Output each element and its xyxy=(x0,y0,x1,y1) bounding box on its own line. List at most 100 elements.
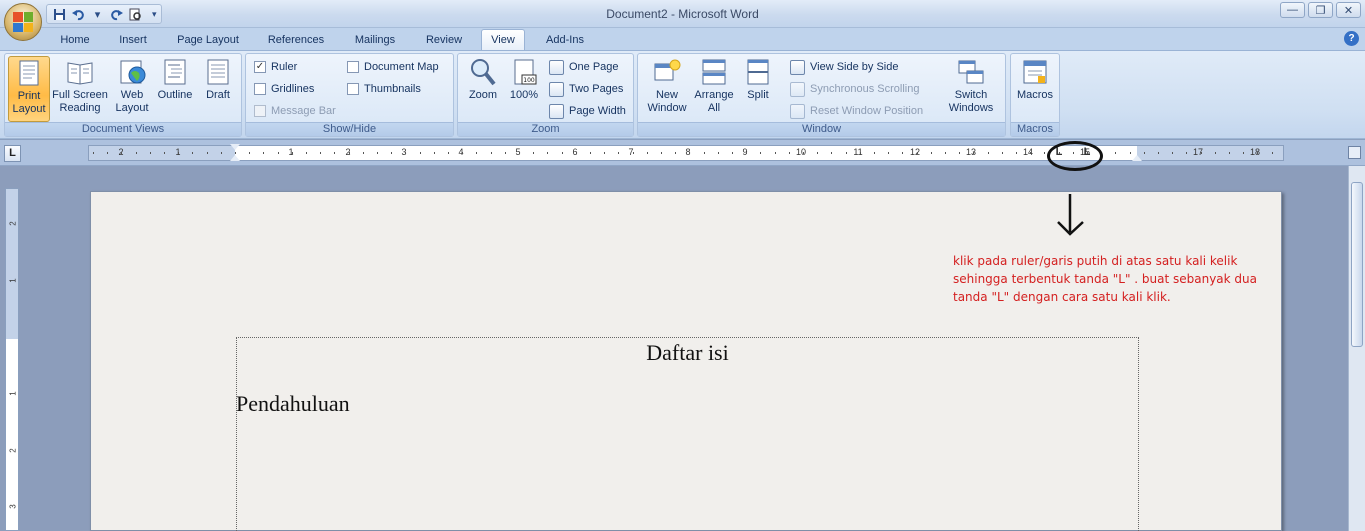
web-layout-button[interactable]: Web Layout xyxy=(111,56,153,122)
tab-mailings[interactable]: Mailings xyxy=(346,29,404,50)
ruler-tick xyxy=(803,152,804,154)
message-bar-check-icon xyxy=(254,105,266,117)
vertical-scrollbar[interactable] xyxy=(1348,166,1365,531)
full-screen-reading-icon xyxy=(67,62,93,85)
ruler-tick xyxy=(192,152,194,154)
document-views-group: Print Layout Full Screen Reading Web Lay… xyxy=(4,53,242,137)
full-screen-reading-label-1: Full Screen xyxy=(52,89,108,101)
instruction-annotation: klik pada ruler/garis putih di atas satu… xyxy=(953,252,1273,306)
synchronous-scrolling-icon xyxy=(790,81,805,97)
document-heading[interactable]: Pendahuluan xyxy=(236,391,350,417)
window-title: Document2 - Microsoft Word xyxy=(606,7,759,21)
ruler-tick xyxy=(433,152,435,154)
ruler-tick xyxy=(732,152,733,154)
ruler-tick xyxy=(888,152,890,154)
outline-button[interactable]: Outline xyxy=(153,56,197,122)
tab-add-ins[interactable]: Add-Ins xyxy=(537,29,593,50)
ruler-tick xyxy=(845,152,847,154)
ruler-tick xyxy=(859,152,861,154)
reset-window-position-button[interactable]: Reset Window Position xyxy=(790,102,923,120)
ruler-number: 13 xyxy=(965,147,977,157)
macros-group: Macros Macros xyxy=(1010,53,1060,137)
gridlines-checkbox[interactable]: Gridlines xyxy=(254,80,314,98)
close-icon[interactable]: ✕ xyxy=(1336,2,1361,18)
page-width-button[interactable]: Page Width xyxy=(549,102,626,120)
restore-icon[interactable]: ❐ xyxy=(1308,2,1333,18)
ruler-tick xyxy=(263,152,265,154)
ruler-left-margin xyxy=(89,146,235,160)
tab-references[interactable]: References xyxy=(260,29,332,50)
ruler-tick xyxy=(717,152,719,154)
one-page-button[interactable]: One Page xyxy=(549,58,619,76)
tab-home[interactable]: Home xyxy=(52,29,98,50)
switch-windows-button[interactable]: Switch Windows xyxy=(940,56,1002,122)
ruler-tick xyxy=(235,152,236,154)
ruler-tick xyxy=(348,152,350,154)
ruler-tick xyxy=(206,152,208,154)
ruler-tick xyxy=(1129,152,1131,154)
horizontal-ruler[interactable]: 2 1 1 2 3 4 5 6 7 8 9 10 11 12 13 14 15 … xyxy=(88,144,1284,161)
vertical-ruler-top-margin xyxy=(6,189,18,339)
view-side-by-side-button[interactable]: View Side by Side xyxy=(790,58,898,76)
ruler-checkbox[interactable]: ✓ Ruler xyxy=(254,58,297,76)
help-icon[interactable]: ? xyxy=(1344,31,1359,46)
synchronous-scrolling-label: Synchronous Scrolling xyxy=(810,83,920,95)
tab-review[interactable]: Review xyxy=(418,29,470,50)
view-ruler-icon[interactable] xyxy=(1348,146,1361,159)
first-line-indent-marker[interactable] xyxy=(230,144,240,150)
thumbnails-checkbox[interactable]: Thumbnails xyxy=(347,80,421,98)
one-page-icon xyxy=(549,59,564,75)
ruler-tick xyxy=(902,152,904,154)
document-map-checkbox[interactable]: Document Map xyxy=(347,58,439,76)
magnifier-icon xyxy=(471,59,496,86)
tab-page-layout[interactable]: Page Layout xyxy=(170,29,246,50)
minimize-icon[interactable]: — xyxy=(1280,2,1305,18)
ruler-tick xyxy=(362,152,364,154)
full-screen-reading-button[interactable]: Full Screen Reading xyxy=(51,56,109,122)
ruler-tick xyxy=(632,152,634,154)
text-area-boundary[interactable]: Daftar isi Pendahuluan xyxy=(236,337,1139,531)
office-button[interactable] xyxy=(4,3,42,41)
ruler-tick xyxy=(291,152,293,154)
print-layout-button[interactable]: Print Layout xyxy=(8,56,50,122)
outline-label: Outline xyxy=(157,89,193,101)
ruler-number: 18 xyxy=(1249,147,1261,157)
two-pages-button[interactable]: Two Pages xyxy=(549,80,623,98)
message-bar-checkbox[interactable]: Message Bar xyxy=(254,102,336,120)
annotation-line-1: klik pada ruler/garis putih di atas satu… xyxy=(953,254,1238,268)
tab-insert[interactable]: Insert xyxy=(110,29,156,50)
switch-windows-label-1: Switch xyxy=(954,89,988,101)
vertical-ruler-number: 1 xyxy=(8,391,18,396)
zoom-button[interactable]: Zoom xyxy=(462,56,504,122)
tab-selector-button[interactable]: L xyxy=(4,145,21,162)
vertical-ruler[interactable]: 2 1 1 2 3 xyxy=(5,188,19,531)
hanging-indent-marker[interactable] xyxy=(230,155,240,161)
synchronous-scrolling-button[interactable]: Synchronous Scrolling xyxy=(790,80,919,98)
ruler-tick xyxy=(178,152,180,154)
highlight-ellipse xyxy=(1047,141,1103,171)
arrange-all-label-2: All xyxy=(707,102,721,114)
svg-text:100: 100 xyxy=(523,77,535,84)
split-button[interactable]: Split xyxy=(738,56,778,122)
macros-group-label: Macros xyxy=(1011,122,1059,136)
ruler-tick xyxy=(1143,152,1145,154)
ruler-tick xyxy=(135,152,137,154)
arrange-all-button[interactable]: Arrange All xyxy=(692,56,736,122)
ruler-tick xyxy=(1214,152,1216,154)
scrollbar-thumb[interactable] xyxy=(1351,182,1363,347)
right-indent-marker[interactable] xyxy=(1132,155,1142,161)
annotation-line-3: tanda "L" dengan cara satu kali klik. xyxy=(953,290,1171,304)
window-group: New Window Arrange All Split View Side b… xyxy=(637,53,1006,137)
document-page[interactable]: Daftar isi Pendahuluan klik pada ruler/g… xyxy=(90,191,1282,531)
macros-button[interactable]: Macros xyxy=(1014,56,1056,122)
new-window-button[interactable]: New Window xyxy=(642,56,692,122)
gridlines-label: Gridlines xyxy=(271,83,315,95)
window-controls: — ❐ ✕ xyxy=(1280,2,1361,18)
tab-view[interactable]: View xyxy=(481,29,525,50)
arrange-all-icon xyxy=(702,59,726,85)
zoom-100-button[interactable]: 100 100% xyxy=(506,56,542,122)
web-layout-icon xyxy=(120,60,146,84)
document-title[interactable]: Daftar isi xyxy=(237,340,1138,366)
draft-button[interactable]: Draft xyxy=(197,56,239,122)
ruler-tick xyxy=(604,152,606,154)
